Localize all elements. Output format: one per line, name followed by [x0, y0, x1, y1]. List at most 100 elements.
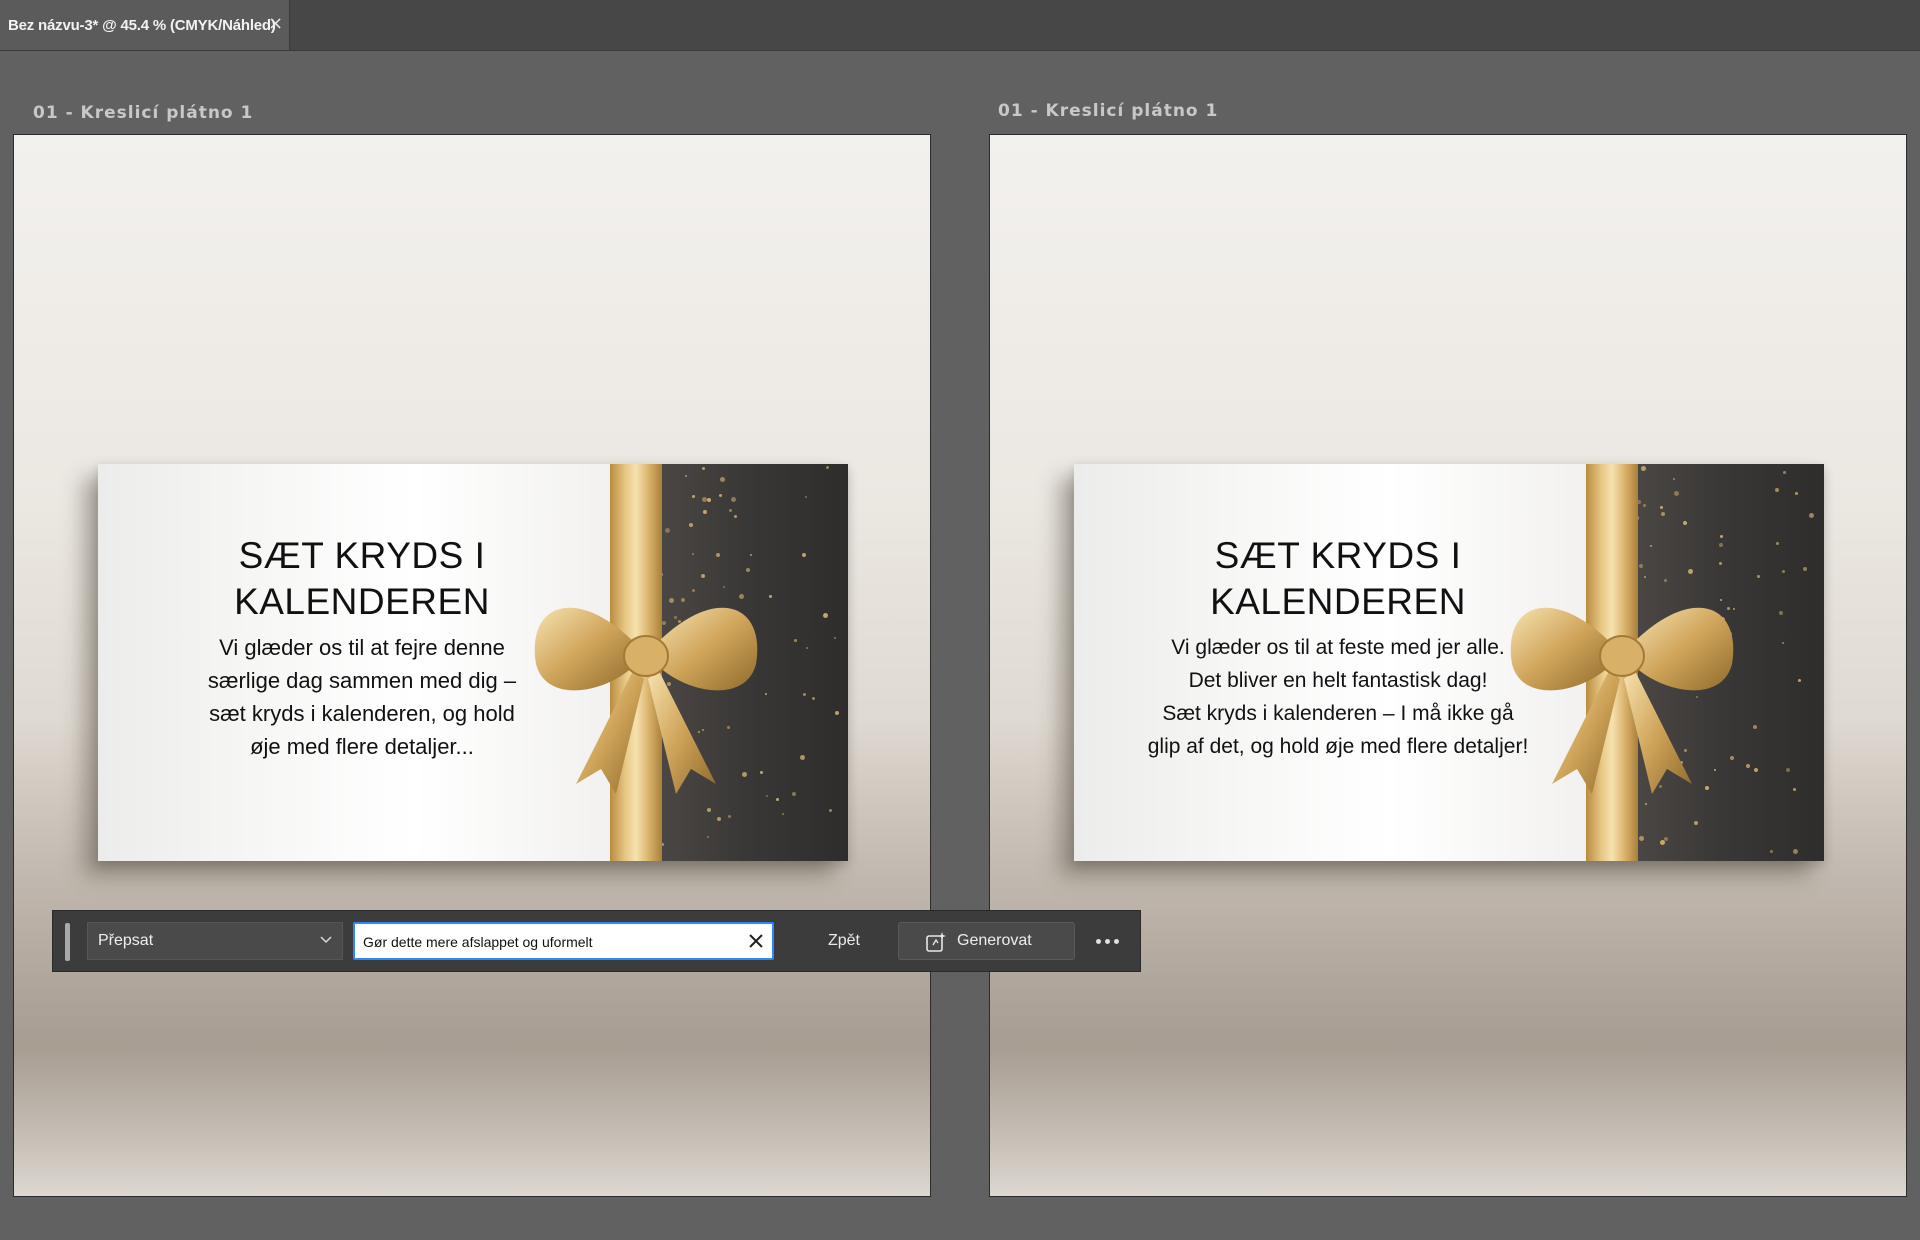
lace-dot	[1774, 488, 1779, 492]
card-body-text[interactable]: Vi glæder os til at fejre denne særlige …	[208, 631, 516, 763]
lace-dot	[1639, 564, 1644, 568]
lace-dot	[1809, 513, 1815, 518]
lace-dot	[1664, 837, 1669, 841]
lace-dot	[1674, 491, 1680, 496]
close-icon[interactable]: ×	[268, 14, 283, 34]
lace-dot	[720, 477, 726, 482]
lace-dot	[1782, 642, 1785, 644]
card-body-text[interactable]: Vi glæder os til at feste med jer alle. …	[1148, 631, 1529, 763]
invitation-card-left[interactable]: SÆT KRYDS I KALENDEREN Vi glæder os til …	[98, 464, 848, 861]
generate-button-label: Generovat	[957, 932, 1032, 949]
generate-button[interactable]: Generovat	[898, 922, 1075, 960]
card-heading-line-2: KALENDEREN	[234, 580, 490, 622]
lace-dot	[1688, 569, 1694, 574]
mode-select-value: Přepsat	[98, 932, 154, 949]
lace-dot	[828, 809, 832, 812]
invitation-card-right[interactable]: SÆT KRYDS I KALENDEREN Vi glæder os til …	[1074, 464, 1824, 861]
lace-dot	[1792, 788, 1796, 791]
lace-dot	[1682, 521, 1687, 525]
more-options-icon[interactable]	[1087, 927, 1127, 955]
lace-dot	[1660, 506, 1664, 509]
lace-dot	[701, 574, 706, 578]
lace-dot	[791, 792, 796, 796]
lace-dot	[1802, 567, 1807, 571]
lace-dot	[1643, 504, 1647, 507]
lace-dot	[804, 496, 807, 498]
lace-dot	[1792, 849, 1798, 854]
prompt-input[interactable]	[361, 924, 735, 960]
lace-dot	[692, 553, 695, 555]
lace-dot	[691, 495, 695, 498]
document-tab-title: Bez názvu-3* @ 45.4 % (CMYK/Náhled)	[8, 16, 276, 34]
card-heading[interactable]: SÆT KRYDS I KALENDEREN	[234, 533, 490, 625]
lace-dot	[1770, 850, 1774, 853]
lace-dot	[782, 813, 785, 815]
lace-dot	[717, 817, 722, 821]
lace-dot	[1639, 836, 1645, 841]
lace-dot	[729, 509, 733, 512]
artboard-label-left: 01 - Kreslicí plátno 1	[33, 103, 254, 123]
prompt-field	[353, 922, 774, 960]
lace-dot	[1798, 679, 1802, 682]
undo-button[interactable]: Zpět	[809, 922, 879, 960]
clear-icon[interactable]	[746, 931, 766, 951]
lace-dot	[707, 808, 712, 812]
lace-dot	[1779, 611, 1784, 615]
lace-dot	[1663, 579, 1667, 582]
lace-dot	[1640, 466, 1646, 471]
lace-dot	[1719, 535, 1723, 538]
lace-dot	[1794, 492, 1798, 495]
lace-dot	[718, 494, 722, 497]
artboard-label-right: 01 - Kreslicí plátno 1	[998, 101, 1219, 121]
lace-dot	[702, 467, 705, 470]
lace-dot	[1757, 575, 1761, 578]
gold-bow-icon	[534, 607, 758, 794]
lace-dot	[1782, 471, 1786, 474]
drag-handle-icon[interactable]	[65, 923, 70, 961]
lace-dot	[727, 815, 731, 818]
chevron-down-icon	[320, 936, 332, 944]
card-heading-line-1: SÆT KRYDS I	[1214, 534, 1462, 576]
document-tab[interactable]: Bez názvu-3* @ 45.4 % (CMYK/Náhled) ×	[0, 0, 290, 50]
lace-dot	[1661, 512, 1666, 516]
lace-dot	[835, 711, 840, 715]
card-heading[interactable]: SÆT KRYDS I KALENDEREN	[1210, 533, 1466, 625]
lace-dot	[665, 528, 671, 533]
lace-dot	[706, 498, 711, 502]
lace-dot	[1719, 562, 1723, 565]
lace-dot	[734, 515, 738, 518]
lace-dot	[1719, 543, 1724, 547]
contextual-task-bar: Přepsat Zpět Generovat	[52, 910, 1141, 972]
lace-dot	[750, 554, 753, 556]
lace-dot	[1644, 576, 1646, 578]
lace-dot	[793, 639, 797, 642]
lace-dot	[833, 637, 836, 639]
document-tab-bar: Bez názvu-3* @ 45.4 % (CMYK/Náhled) ×	[0, 0, 1920, 51]
lace-dot	[799, 755, 805, 760]
lace-dot	[745, 568, 750, 572]
artboard-right[interactable]: SÆT KRYDS I KALENDEREN Vi glæder os til …	[989, 134, 1907, 1197]
card-heading-line-2: KALENDEREN	[1210, 580, 1466, 622]
lace-dot	[1649, 545, 1652, 547]
lace-dot	[684, 475, 687, 477]
lace-dot	[805, 647, 808, 649]
lace-dot	[1752, 725, 1757, 729]
lace-dot	[775, 798, 779, 801]
lace-dot	[1776, 542, 1780, 545]
artboard-left[interactable]: SÆT KRYDS I KALENDEREN Vi glæder os til …	[13, 134, 931, 1197]
rewrite-mode-select[interactable]: Přepsat	[87, 922, 343, 960]
lace-dot	[703, 510, 708, 514]
lace-dot	[730, 497, 736, 502]
lace-dot	[1693, 821, 1698, 825]
lace-dot	[707, 836, 710, 838]
lace-dot	[801, 553, 806, 557]
lace-dot	[1659, 840, 1665, 845]
lace-dot	[802, 693, 806, 696]
gold-bow-icon	[1510, 607, 1734, 794]
generate-sparkle-icon	[926, 932, 946, 952]
lace-dot	[1782, 570, 1786, 573]
lace-dot	[825, 466, 829, 469]
lace-dot	[688, 523, 693, 527]
lace-dot	[701, 497, 707, 502]
card-heading-line-1: SÆT KRYDS I	[238, 534, 486, 576]
